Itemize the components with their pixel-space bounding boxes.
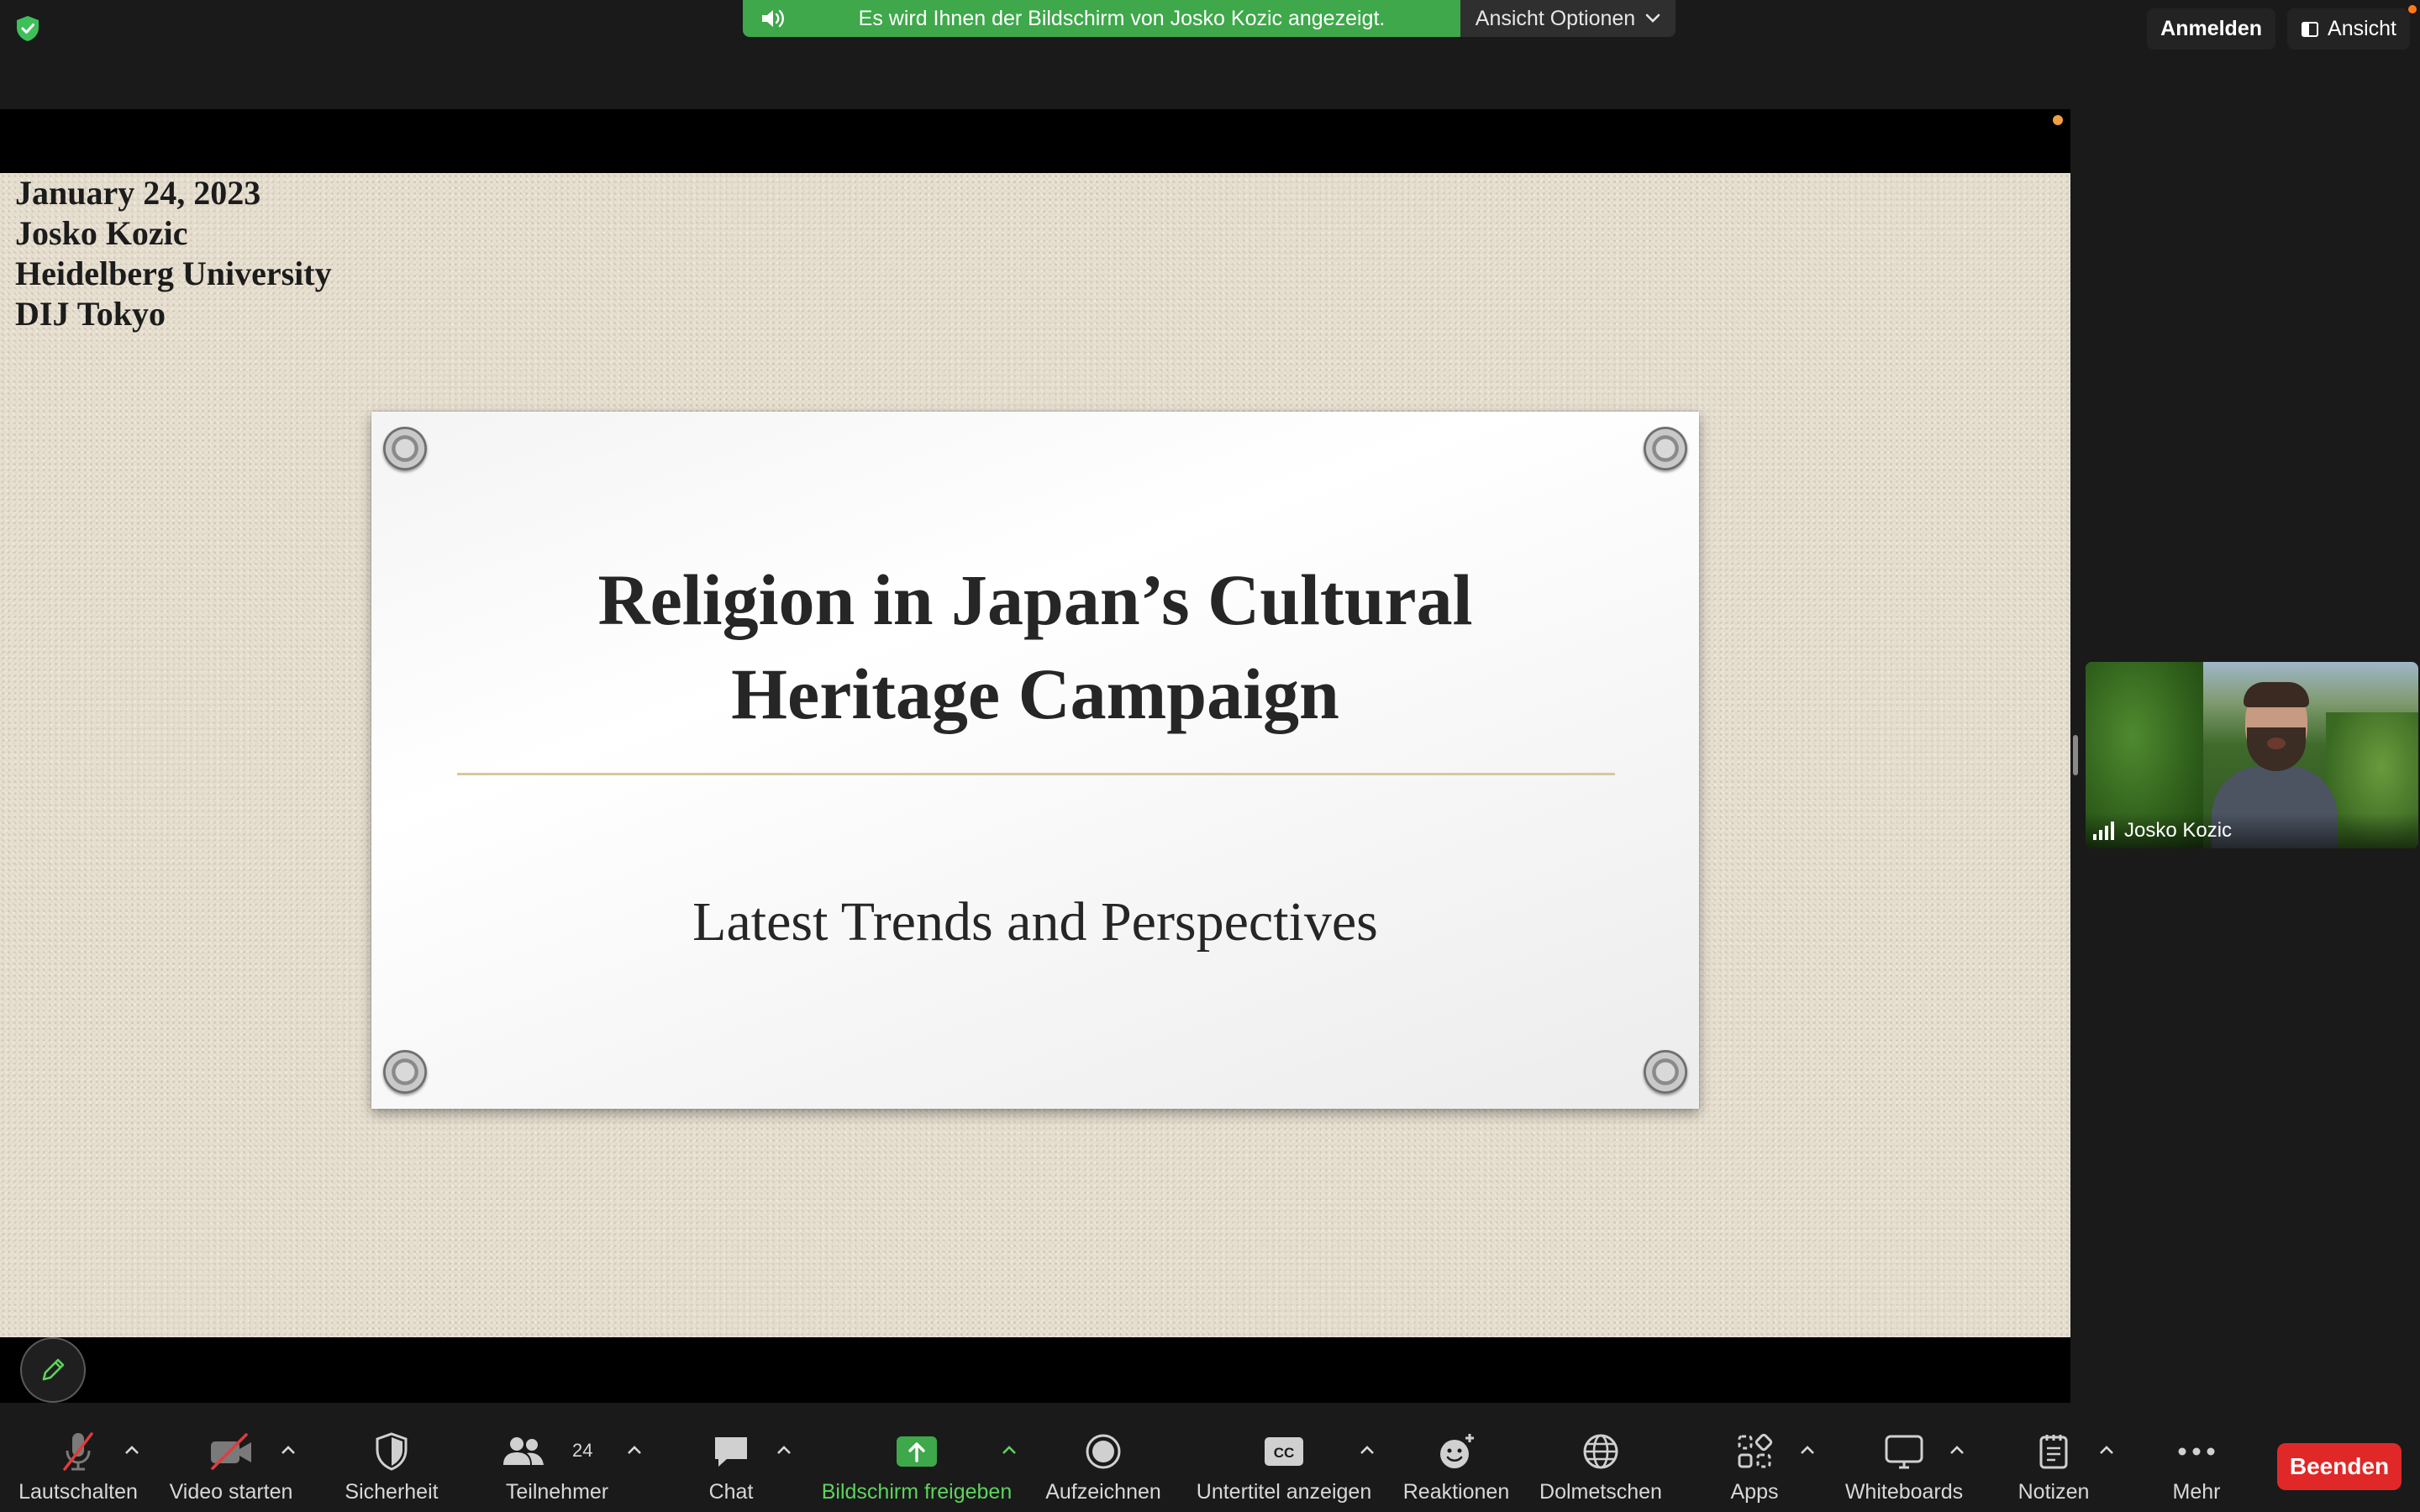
record-label: Aufzeichnen <box>1045 1480 1161 1504</box>
record-icon <box>1086 1434 1121 1469</box>
title-plaque: Religion in Japan’s Cultural Heritage Ca… <box>371 412 1699 1109</box>
reactions-button[interactable]: Reaktionen <box>1397 1430 1516 1505</box>
zoom-meeting-window: Es wird Ihnen der Bildschirm von Josko K… <box>0 0 2420 1512</box>
meeting-toolbar: Lautschalten Video starten Sicherheit 24… <box>0 1420 2420 1512</box>
interpretation-label: Dolmetschen <box>1539 1480 1662 1504</box>
video-camera-off-icon <box>211 1433 251 1470</box>
apps-icon <box>1738 1433 1773 1468</box>
notes-icon <box>2039 1435 2068 1469</box>
share-notice: Es wird Ihnen der Bildschirm von Josko K… <box>743 0 1460 37</box>
more-button[interactable]: Mehr <box>2156 1430 2237 1505</box>
mute-label: Lautschalten <box>18 1480 138 1504</box>
participants-options-caret-icon[interactable] <box>625 1443 644 1457</box>
mute-options-caret-icon[interactable] <box>123 1443 141 1457</box>
share-screen-label: Bildschirm freigeben <box>821 1480 1013 1504</box>
sign-in-label: Anmelden <box>2160 17 2263 40</box>
top-bar: Es wird Ihnen der Bildschirm von Josko K… <box>0 0 2420 109</box>
apps-options-caret-icon[interactable] <box>1798 1443 1817 1457</box>
notes-label: Notizen <box>2018 1480 2090 1504</box>
share-options-caret-icon[interactable] <box>1000 1443 1018 1457</box>
whiteboards-options-caret-icon[interactable] <box>1948 1443 1966 1457</box>
whiteboards-button[interactable]: Whiteboards <box>1835 1430 1973 1505</box>
reactions-label: Reaktionen <box>1402 1480 1510 1504</box>
annotate-button[interactable] <box>20 1337 86 1403</box>
start-video-button[interactable]: Video starten <box>165 1430 297 1505</box>
end-meeting-button[interactable]: Beenden <box>2277 1443 2402 1490</box>
participants-icon <box>503 1437 544 1465</box>
slide-title: Religion in Japan’s Cultural Heritage Ca… <box>371 553 1699 741</box>
signal-strength-icon <box>2093 822 2114 840</box>
title-divider <box>457 773 1615 775</box>
apps-label: Apps <box>1730 1480 1779 1504</box>
chat-options-caret-icon[interactable] <box>775 1443 793 1457</box>
smiley-plus-icon <box>1440 1434 1474 1468</box>
slide-title-line2: Heritage Campaign <box>731 654 1339 734</box>
encryption-shield-icon[interactable] <box>15 15 40 42</box>
record-button[interactable]: Aufzeichnen <box>1040 1430 1166 1505</box>
participant-name-label: Josko Kozic <box>2086 813 2418 848</box>
more-label: Mehr <box>2172 1480 2221 1504</box>
chevron-down-icon <box>1645 13 1660 23</box>
captions-label: Untertitel anzeigen <box>1196 1480 1372 1504</box>
security-label: Sicherheit <box>345 1480 439 1504</box>
captions-icon-text: CC <box>1274 1445 1295 1461</box>
ellipsis-icon <box>2178 1447 2215 1456</box>
participants-label: Teilnehmer <box>505 1480 609 1504</box>
captions-options-caret-icon[interactable] <box>1358 1443 1376 1457</box>
status-dot <box>2408 5 2417 13</box>
apps-button[interactable]: Apps <box>1714 1430 1795 1505</box>
whiteboard-icon <box>1885 1435 1923 1469</box>
notes-options-caret-icon[interactable] <box>2097 1443 2116 1457</box>
notes-button[interactable]: Notizen <box>2005 1430 2102 1505</box>
presentation-slide: January 24, 2023 Josko Kozic Heidelberg … <box>0 173 2070 1337</box>
sign-in-button[interactable]: Anmelden <box>2147 8 2276 50</box>
video-options-caret-icon[interactable] <box>279 1443 297 1457</box>
top-right-controls: Anmelden Ansicht <box>2147 8 2410 50</box>
screw-icon <box>1644 1050 1687 1094</box>
slide-subtitle: Latest Trends and Perspectives <box>692 891 1378 953</box>
view-options-label: Ansicht Optionen <box>1475 6 1636 30</box>
slide-institute: DIJ Tokyo <box>15 295 166 333</box>
view-options-button[interactable]: Ansicht Optionen <box>1460 0 1676 37</box>
slide-date: January 24, 2023 <box>15 174 261 212</box>
share-screen-icon <box>897 1436 937 1467</box>
mute-button[interactable]: Lautschalten <box>12 1430 145 1505</box>
start-video-label: Video starten <box>169 1480 293 1504</box>
microphone-muted-icon <box>63 1432 93 1471</box>
view-button[interactable]: Ansicht <box>2287 8 2410 50</box>
share-notice-text: Es wird Ihnen der Bildschirm von Josko K… <box>858 6 1386 30</box>
share-screen-button[interactable]: Bildschirm freigeben <box>812 1430 1022 1505</box>
slide-meta-block: January 24, 2023 Josko Kozic Heidelberg … <box>15 173 332 334</box>
share-indicator-dot <box>2053 115 2063 125</box>
closed-captions-icon: CC <box>1265 1437 1303 1466</box>
panel-resize-handle[interactable] <box>2073 735 2078 775</box>
screw-icon <box>383 1050 427 1094</box>
chat-button[interactable]: Chat <box>689 1430 773 1505</box>
globe-icon <box>1583 1434 1618 1469</box>
chat-label: Chat <box>708 1480 754 1504</box>
view-label: Ansicht <box>2328 17 2396 40</box>
whiteboards-label: Whiteboards <box>1844 1480 1964 1504</box>
security-button[interactable]: Sicherheit <box>333 1430 450 1505</box>
slide-author: Josko Kozic <box>15 214 188 252</box>
participants-button[interactable]: 24 Teilnehmer <box>497 1430 617 1505</box>
participant-name: Josko Kozic <box>2124 819 2233 842</box>
shield-icon <box>376 1432 408 1471</box>
speaker-icon[interactable] <box>760 8 785 29</box>
pencil-icon <box>42 1358 65 1381</box>
screen-share-banner: Es wird Ihnen der Bildschirm von Josko K… <box>743 0 1676 37</box>
captions-button[interactable]: CC Untertitel anzeigen <box>1192 1430 1376 1505</box>
chat-bubble-icon <box>715 1437 747 1467</box>
screw-icon <box>383 427 427 470</box>
view-layout-icon <box>2302 21 2319 37</box>
slide-title-line1: Religion in Japan’s Cultural <box>597 559 1473 640</box>
participants-count: 24 <box>572 1440 593 1461</box>
interpretation-button[interactable]: Dolmetschen <box>1536 1430 1665 1505</box>
slide-university: Heidelberg University <box>15 255 332 292</box>
participant-video-tile[interactable]: Josko Kozic <box>2086 662 2418 848</box>
screw-icon <box>1644 427 1687 470</box>
